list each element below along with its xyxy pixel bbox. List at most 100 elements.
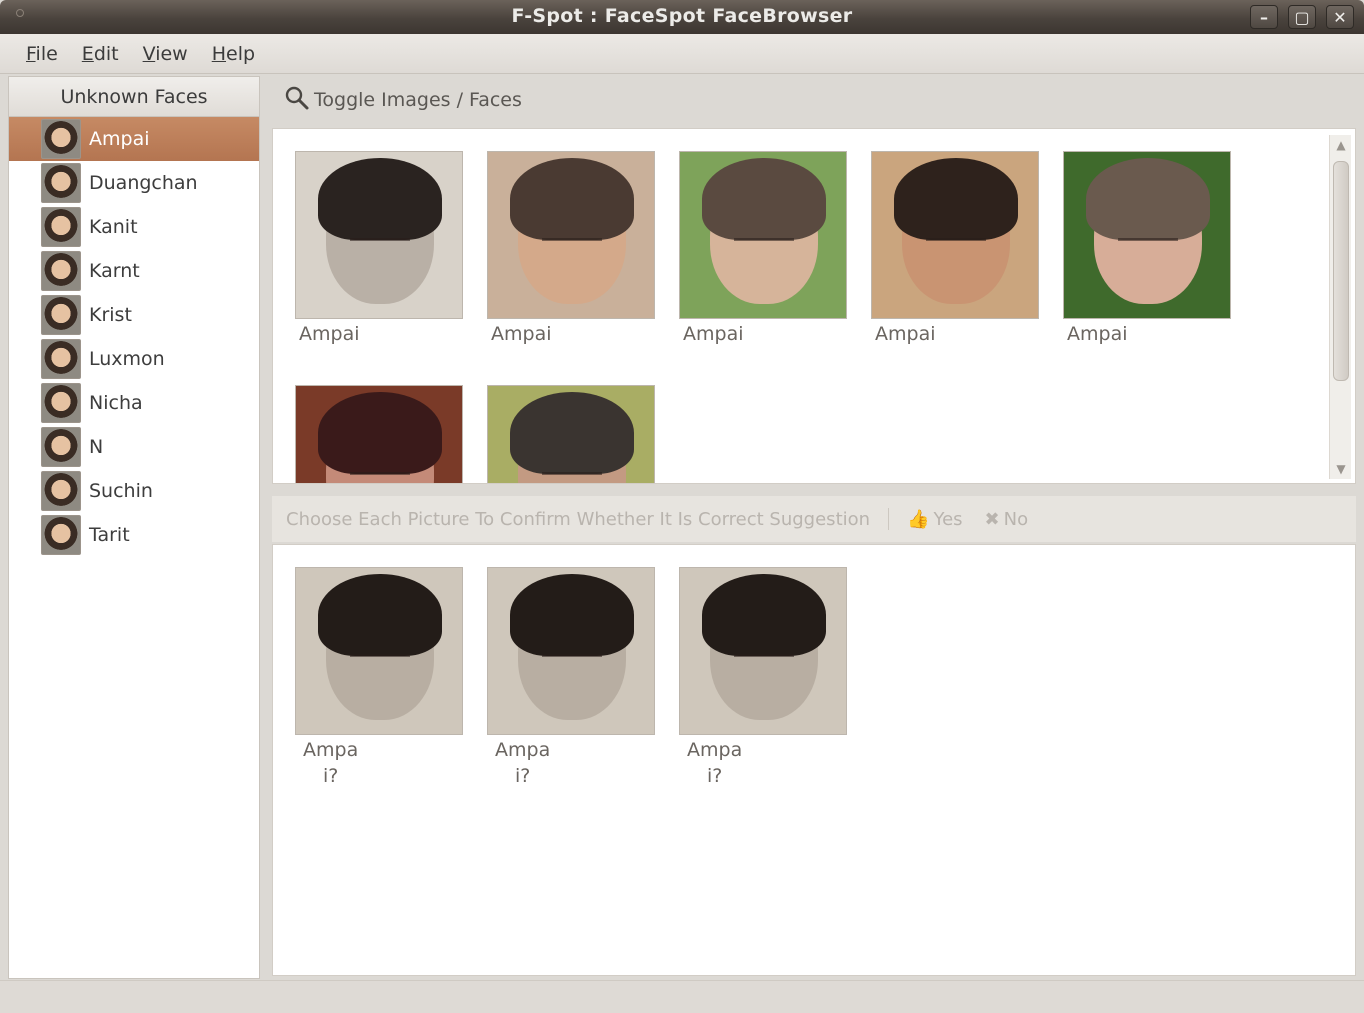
face-caption: Ampai <box>299 323 360 345</box>
person-label: Duangchan <box>89 172 198 194</box>
faces-panel: Ampai Ampai Ampai Ampai Ampai ▲ ▼ <box>272 128 1356 484</box>
status-bar <box>0 980 1364 1013</box>
person-item[interactable]: Kanit <box>9 205 259 249</box>
photo-hair <box>318 392 442 474</box>
face-photo <box>679 567 847 735</box>
menu-view[interactable]: View <box>131 43 200 65</box>
scroll-down-icon[interactable]: ▼ <box>1330 459 1352 479</box>
person-item[interactable]: Duangchan <box>9 161 259 205</box>
menu-edit-label: dit <box>93 42 119 65</box>
avatar <box>41 339 81 379</box>
avatar <box>41 251 81 291</box>
face-photo <box>295 385 463 483</box>
faces-scrollbar[interactable]: ▲ ▼ <box>1329 135 1351 479</box>
cross-icon: ✖ <box>984 508 1000 530</box>
thumbs-up-icon: 👍 <box>907 508 930 530</box>
face-thumbnail[interactable]: Ampai <box>1063 151 1231 347</box>
person-label: Krist <box>89 304 132 326</box>
scroll-thumb[interactable] <box>1333 161 1349 381</box>
suggestion-caption: Ampa <box>687 739 743 761</box>
photo-eyes <box>542 238 602 248</box>
photo-eyes <box>734 654 794 664</box>
search-icon <box>284 85 310 116</box>
avatar <box>41 207 81 247</box>
person-label: Ampai <box>89 128 150 150</box>
yes-button[interactable]: 👍 Yes <box>907 509 962 530</box>
avatar <box>41 383 81 423</box>
person-item[interactable]: Krist <box>9 293 259 337</box>
people-sidebar: Unknown Faces Ampai Duangchan Kanit Karnt Kr… <box>8 76 260 979</box>
avatar <box>41 295 81 335</box>
face-photo <box>679 151 847 319</box>
menu-help-mnemonic: H <box>211 42 227 65</box>
face-thumbnail[interactable] <box>487 385 655 483</box>
suggestion-thumbnail[interactable]: Ampa i? <box>295 567 463 789</box>
person-item[interactable]: Suchin <box>9 469 259 513</box>
menu-view-mnemonic: V <box>142 42 156 65</box>
confirm-bar: Choose Each Picture To Confirm Whether I… <box>272 496 1356 542</box>
no-button[interactable]: ✖ No <box>985 509 1029 530</box>
photo-eyes <box>350 238 410 248</box>
menu-edit[interactable]: Edit <box>70 43 131 65</box>
photo-eyes <box>350 654 410 664</box>
face-photo <box>295 151 463 319</box>
photo-hair <box>510 392 634 474</box>
close-button[interactable]: ✕ <box>1326 5 1354 29</box>
avatar <box>41 471 81 511</box>
suggestion-caption: Ampa <box>303 739 359 761</box>
avatar <box>41 515 81 555</box>
photo-hair <box>1086 158 1210 240</box>
face-caption: Ampai <box>1067 323 1128 345</box>
face-thumbnail[interactable]: Ampai <box>295 151 463 347</box>
menu-file[interactable]: File <box>14 43 70 65</box>
photo-eyes <box>542 654 602 664</box>
person-item[interactable]: Tarit <box>9 513 259 557</box>
menu-view-label: iew <box>155 42 188 65</box>
face-photo <box>487 151 655 319</box>
confirm-prompt: Choose Each Picture To Confirm Whether I… <box>286 508 871 530</box>
menu-help[interactable]: Help <box>200 43 267 65</box>
minimize-button[interactable]: – <box>1250 5 1278 29</box>
window-title: F-Spot : FaceSpot FaceBrowser <box>511 5 853 27</box>
face-photo <box>295 567 463 735</box>
face-thumbnail[interactable]: Ampai <box>871 151 1039 347</box>
suggestion-thumbnail[interactable]: Ampa i? <box>679 567 847 789</box>
photo-eyes <box>734 238 794 248</box>
face-thumbnail[interactable]: Ampai <box>679 151 847 347</box>
photo-hair <box>702 158 826 240</box>
face-caption: Ampai <box>491 323 552 345</box>
person-item[interactable]: Karnt <box>9 249 259 293</box>
maximize-button[interactable]: ▢ <box>1288 5 1316 29</box>
no-label: No <box>1003 508 1029 530</box>
person-label: Tarit <box>89 524 130 546</box>
photo-hair <box>318 574 442 656</box>
suggestion-thumbnail[interactable]: Ampa i? <box>487 567 655 789</box>
suggestion-caption-line2: i? <box>515 765 531 787</box>
unknown-faces-button[interactable]: Unknown Faces <box>9 77 259 117</box>
face-photo <box>487 385 655 483</box>
photo-eyes <box>542 472 602 482</box>
face-photo <box>1063 151 1231 319</box>
face-caption: Ampai <box>683 323 744 345</box>
toggle-label: Toggle Images / Faces <box>314 89 522 111</box>
photo-hair <box>894 158 1018 240</box>
person-item[interactable]: Ampai <box>9 117 259 161</box>
person-item[interactable]: N <box>9 425 259 469</box>
photo-hair <box>510 158 634 240</box>
person-label: Karnt <box>89 260 140 282</box>
face-thumbnail[interactable]: Ampai <box>487 151 655 347</box>
menu-file-mnemonic: F <box>26 42 36 65</box>
person-item[interactable]: Nicha <box>9 381 259 425</box>
toggle-images-faces-button[interactable]: Toggle Images / Faces <box>264 76 1356 124</box>
suggestion-caption: Ampa <box>495 739 551 761</box>
avatar <box>41 427 81 467</box>
suggestions-panel: Ampa i? Ampa i? Ampa i? <box>272 544 1356 976</box>
scroll-up-icon[interactable]: ▲ <box>1330 135 1352 155</box>
face-caption: Ampai <box>875 323 936 345</box>
person-item[interactable]: Luxmon <box>9 337 259 381</box>
menu-edit-mnemonic: E <box>81 42 94 65</box>
face-thumbnail[interactable] <box>295 385 463 483</box>
menu-help-label: elp <box>226 42 256 65</box>
title-bar: F-Spot : FaceSpot FaceBrowser – ▢ ✕ <box>0 0 1364 34</box>
person-list: Ampai Duangchan Kanit Karnt Krist Luxmon Nicha… <box>9 117 259 557</box>
